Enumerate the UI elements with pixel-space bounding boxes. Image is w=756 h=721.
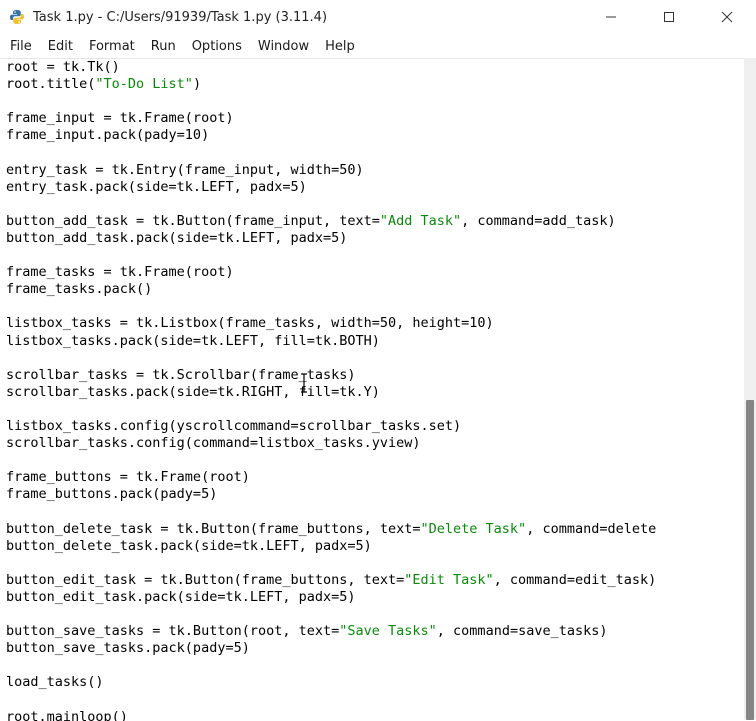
menu-options[interactable]: Options xyxy=(184,39,250,54)
scrollbar-thumb[interactable] xyxy=(746,400,754,720)
code-token: root.mainloop() xyxy=(6,708,128,721)
window-controls xyxy=(582,0,756,34)
code-token: button_add_task = tk.Button(frame_input,… xyxy=(6,212,380,229)
code-line: button_delete_task.pack(side=tk.LEFT, pa… xyxy=(6,538,744,555)
code-token: button_delete_task.pack(side=tk.LEFT, pa… xyxy=(6,537,372,554)
code-line: frame_tasks = tk.Frame(root) xyxy=(6,264,744,281)
code-token: scrollbar_tasks.pack(side=tk.RIGHT, fill… xyxy=(6,383,380,400)
maximize-icon xyxy=(664,12,674,22)
code-line: button_save_tasks.pack(pady=5) xyxy=(6,640,744,657)
code-line: button_delete_task = tk.Button(frame_but… xyxy=(6,521,744,538)
string-literal: "To-Do List" xyxy=(95,76,193,93)
code-token: button_add_task.pack(side=tk.LEFT, padx=… xyxy=(6,229,348,246)
code-token: listbox_tasks = tk.Listbox(frame_tasks, … xyxy=(6,315,494,332)
code-line: frame_tasks.pack() xyxy=(6,281,744,298)
vertical-scrollbar[interactable] xyxy=(744,58,756,720)
code-token: button_edit_task = tk.Button(frame_butto… xyxy=(6,571,405,588)
code-token: button_save_tasks.pack(pady=5) xyxy=(6,640,250,657)
code-line: scrollbar_tasks.config(command=listbox_t… xyxy=(6,435,744,452)
code-line: button_edit_task.pack(side=tk.LEFT, padx… xyxy=(6,589,744,606)
code-line: root.title("To-Do List") xyxy=(6,76,744,93)
code-line: frame_input.pack(pady=10) xyxy=(6,127,744,144)
code-line: scrollbar_tasks = tk.Scrollbar(frame_tas… xyxy=(6,367,744,384)
code-token: , command=save_tasks) xyxy=(436,623,608,640)
menu-window[interactable]: Window xyxy=(250,39,317,54)
title-bar: Task 1.py - C:/Users/91939/Task 1.py (3.… xyxy=(0,0,756,34)
window-title: Task 1.py - C:/Users/91939/Task 1.py (3.… xyxy=(33,9,328,25)
menu-help[interactable]: Help xyxy=(317,39,363,54)
string-literal: "Edit Task" xyxy=(404,571,494,588)
code-line: root.mainloop() xyxy=(6,709,744,721)
minimize-icon xyxy=(606,16,616,18)
code-token: frame_tasks.pack() xyxy=(6,281,153,298)
code-line: listbox_tasks.config(yscrollcommand=scro… xyxy=(6,418,744,435)
code-token: frame_tasks = tk.Frame(root) xyxy=(6,264,234,281)
code-line: frame_buttons.pack(pady=5) xyxy=(6,486,744,503)
menu-edit[interactable]: Edit xyxy=(40,39,81,54)
minimize-button[interactable] xyxy=(582,0,640,34)
code-line: button_add_task.pack(side=tk.LEFT, padx=… xyxy=(6,230,744,247)
code-token: listbox_tasks.pack(side=tk.LEFT, fill=tk… xyxy=(6,332,380,349)
code-line: entry_task.pack(side=tk.LEFT, padx=5) xyxy=(6,179,744,196)
code-token: , command=delete xyxy=(526,520,657,537)
code-line: scrollbar_tasks.pack(side=tk.RIGHT, fill… xyxy=(6,384,744,401)
code-token: root = tk.Tk() xyxy=(6,59,120,75)
code-token: scrollbar_tasks.config(command=listbox_t… xyxy=(6,435,421,452)
code-line: button_edit_task = tk.Button(frame_butto… xyxy=(6,572,744,589)
code-token: frame_buttons = tk.Frame(root) xyxy=(6,469,250,486)
code-text[interactable]: root = tk.Tk() root.title("To-Do List") f… xyxy=(0,59,744,721)
code-token: frame_input = tk.Frame(root) xyxy=(6,110,234,127)
menu-bar: File Edit Format Run Options Window Help xyxy=(0,34,756,58)
string-literal: "Add Task" xyxy=(379,212,462,229)
code-token: , command=edit_task) xyxy=(493,571,657,588)
code-token: , command=add_task) xyxy=(461,212,616,229)
code-token: root.title( xyxy=(6,76,96,93)
code-token: listbox_tasks.config(yscrollcommand=scro… xyxy=(6,417,462,434)
code-token: button_save_tasks = tk.Button(root, text… xyxy=(6,623,340,640)
code-line: frame_buttons = tk.Frame(root) xyxy=(6,469,744,486)
code-token: frame_input.pack(pady=10) xyxy=(6,127,210,144)
code-token: load_tasks() xyxy=(6,674,104,691)
python-icon xyxy=(10,10,24,24)
code-token: ) xyxy=(192,76,202,93)
close-button[interactable] xyxy=(698,0,756,34)
close-icon xyxy=(721,11,733,23)
code-line: entry_task = tk.Entry(frame_input, width… xyxy=(6,162,744,179)
code-token: entry_task = tk.Entry(frame_input, width… xyxy=(6,161,364,178)
code-line: root = tk.Tk() xyxy=(6,59,744,76)
maximize-button[interactable] xyxy=(640,0,698,34)
string-literal: "Save Tasks" xyxy=(339,623,437,640)
string-literal: "Delete Task" xyxy=(420,520,527,537)
menu-run[interactable]: Run xyxy=(143,39,184,54)
text-cursor-icon xyxy=(301,373,307,393)
code-line: listbox_tasks = tk.Listbox(frame_tasks, … xyxy=(6,315,744,332)
menu-format[interactable]: Format xyxy=(81,39,143,54)
code-token: entry_task.pack(side=tk.LEFT, padx=5) xyxy=(6,178,307,195)
code-line: button_add_task = tk.Button(frame_input,… xyxy=(6,213,744,230)
code-token: button_delete_task = tk.Button(frame_but… xyxy=(6,520,421,537)
code-line: button_save_tasks = tk.Button(root, text… xyxy=(6,623,744,640)
code-line: frame_input = tk.Frame(root) xyxy=(6,110,744,127)
code-token: frame_buttons.pack(pady=5) xyxy=(6,486,218,503)
code-editor[interactable]: root = tk.Tk() root.title("To-Do List") f… xyxy=(0,58,744,721)
code-line: load_tasks() xyxy=(6,674,744,691)
code-token: button_edit_task.pack(side=tk.LEFT, padx… xyxy=(6,588,356,605)
menu-file[interactable]: File xyxy=(0,39,40,54)
code-line: listbox_tasks.pack(side=tk.LEFT, fill=tk… xyxy=(6,333,744,350)
